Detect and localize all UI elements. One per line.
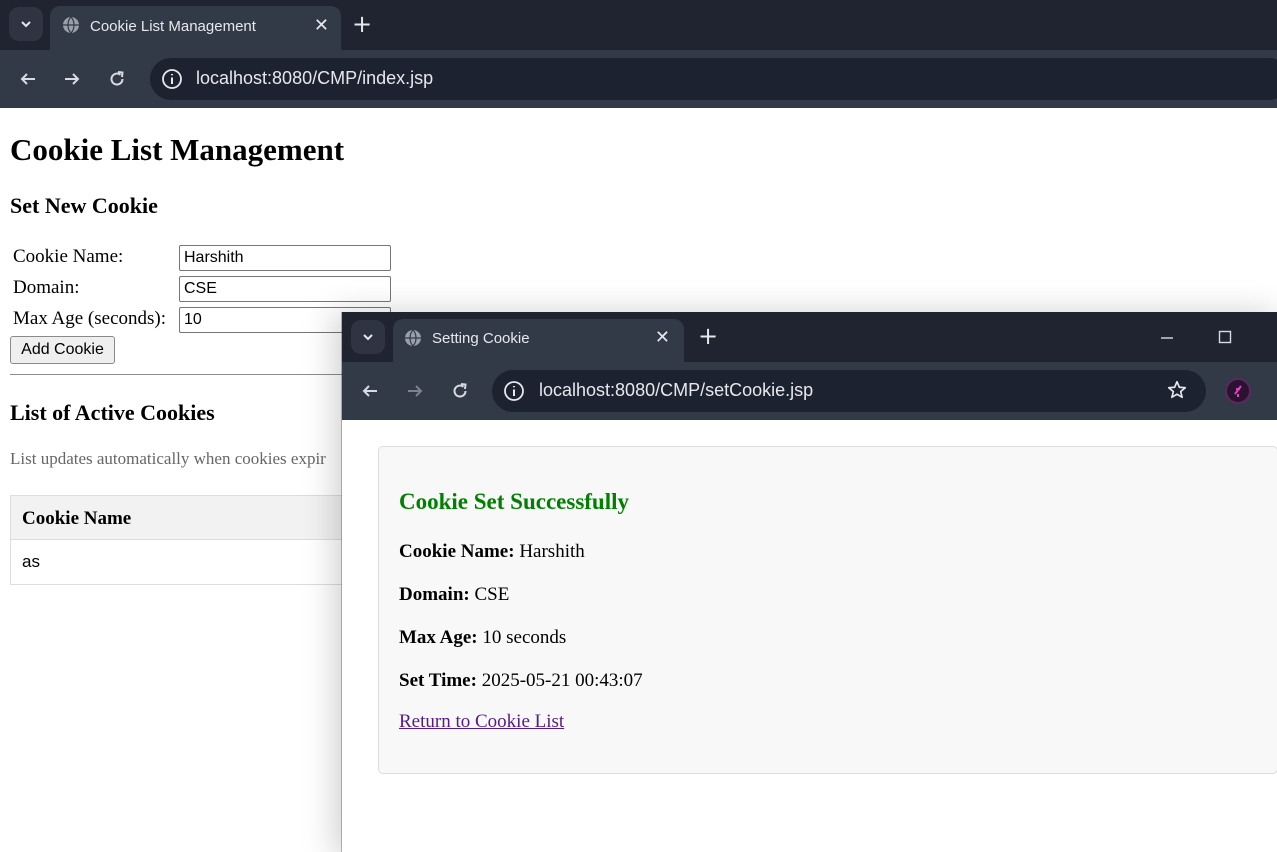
set-cookie-heading: Set New Cookie — [10, 193, 158, 218]
tab-search-button[interactable] — [9, 7, 43, 41]
page-title: Cookie List Management — [10, 132, 345, 167]
success-heading: Cookie Set Successfully — [399, 489, 629, 514]
add-cookie-button[interactable]: Add Cookie — [10, 336, 115, 364]
table-header-cookie-name: Cookie Name — [11, 496, 354, 540]
cookie-name-row: Cookie Name: Harshith — [399, 541, 585, 563]
back-tab-strip: Cookie List Management ✕ + — [0, 0, 1277, 50]
globe-icon — [405, 329, 421, 347]
tab-title: Setting Cookie — [432, 330, 530, 347]
domain-label: Domain: — [13, 277, 80, 298]
row-value: CSE — [474, 584, 510, 605]
domain-row: Domain: CSE — [399, 584, 509, 606]
row-value: 10 seconds — [482, 627, 567, 648]
divider — [10, 374, 350, 375]
row-label: Set Time: — [399, 670, 477, 691]
maximize-icon[interactable] — [1218, 330, 1232, 344]
max-age-label: Max Age (seconds): — [13, 308, 167, 329]
reload-button[interactable] — [444, 375, 476, 407]
site-info-icon[interactable] — [160, 67, 184, 91]
front-toolbar: localhost:8080/CMP/setCookie.jsp — [342, 362, 1277, 420]
address-bar[interactable]: localhost:8080/CMP/index.jsp — [150, 58, 1277, 100]
arrow-right-icon — [65, 73, 80, 85]
profile-avatar[interactable] — [1225, 378, 1251, 404]
site-info-icon[interactable] — [502, 379, 526, 403]
url-text: localhost:8080/CMP/setCookie.jsp — [539, 380, 814, 400]
tab-cookie-list[interactable]: Cookie List Management ✕ — [50, 6, 341, 50]
set-time-row: Set Time: 2025-05-21 00:43:07 — [399, 670, 643, 692]
new-tab-button[interactable]: + — [352, 10, 372, 38]
row-label: Cookie Name: — [399, 541, 515, 562]
back-button[interactable] — [12, 63, 44, 95]
reload-button[interactable] — [101, 63, 133, 95]
globe-icon — [63, 16, 79, 34]
forward-button[interactable] — [56, 63, 88, 95]
front-tab-strip: Setting Cookie ✕ + — [342, 312, 1277, 362]
minimize-icon[interactable] — [1160, 330, 1174, 344]
back-button[interactable] — [354, 375, 386, 407]
reload-icon — [453, 383, 467, 398]
active-cookies-heading: List of Active Cookies — [10, 400, 215, 425]
return-to-list-link[interactable]: Return to Cookie List — [399, 711, 564, 733]
max-age-row: Max Age: 10 seconds — [399, 627, 566, 649]
domain-input[interactable]: CSE — [179, 276, 391, 302]
cookie-table: Cookie Name as — [10, 495, 355, 585]
tab-title: Cookie List Management — [90, 18, 256, 35]
back-toolbar: localhost:8080/CMP/index.jsp — [0, 50, 1277, 108]
arrow-left-icon — [362, 385, 377, 397]
table-row: as — [11, 540, 354, 584]
row-value: 2025-05-21 00:43:07 — [481, 670, 643, 691]
cookie-name-input[interactable]: Harshith — [179, 245, 391, 271]
close-tab-icon[interactable]: ✕ — [314, 15, 329, 36]
cookie-name-label: Cookie Name: — [13, 246, 124, 267]
arrow-left-icon — [20, 73, 35, 85]
success-card: Cookie Set Successfully Cookie Name: Har… — [378, 446, 1277, 774]
row-label: Domain: — [399, 584, 470, 605]
setting-cookie-window: Setting Cookie ✕ + localhost:8080/CMP/se… — [342, 312, 1277, 852]
row-label: Max Age: — [399, 627, 478, 648]
forward-button[interactable] — [399, 375, 431, 407]
close-tab-icon[interactable]: ✕ — [655, 327, 670, 348]
reload-icon — [110, 71, 124, 86]
arrow-right-icon — [408, 385, 423, 397]
tab-search-button[interactable] — [351, 320, 385, 354]
chevron-down-icon — [21, 21, 31, 28]
list-hint: List updates automatically when cookies … — [10, 449, 326, 468]
chevron-down-icon — [363, 334, 373, 341]
url-text: localhost:8080/CMP/index.jsp — [196, 68, 434, 88]
address-bar[interactable]: localhost:8080/CMP/setCookie.jsp — [492, 370, 1206, 412]
tab-setting-cookie[interactable]: Setting Cookie ✕ — [393, 319, 684, 362]
bookmark-star-icon[interactable] — [1166, 379, 1188, 401]
profile-icon — [1234, 385, 1242, 397]
row-value: Harshith — [519, 541, 585, 562]
new-tab-button[interactable]: + — [698, 322, 718, 350]
